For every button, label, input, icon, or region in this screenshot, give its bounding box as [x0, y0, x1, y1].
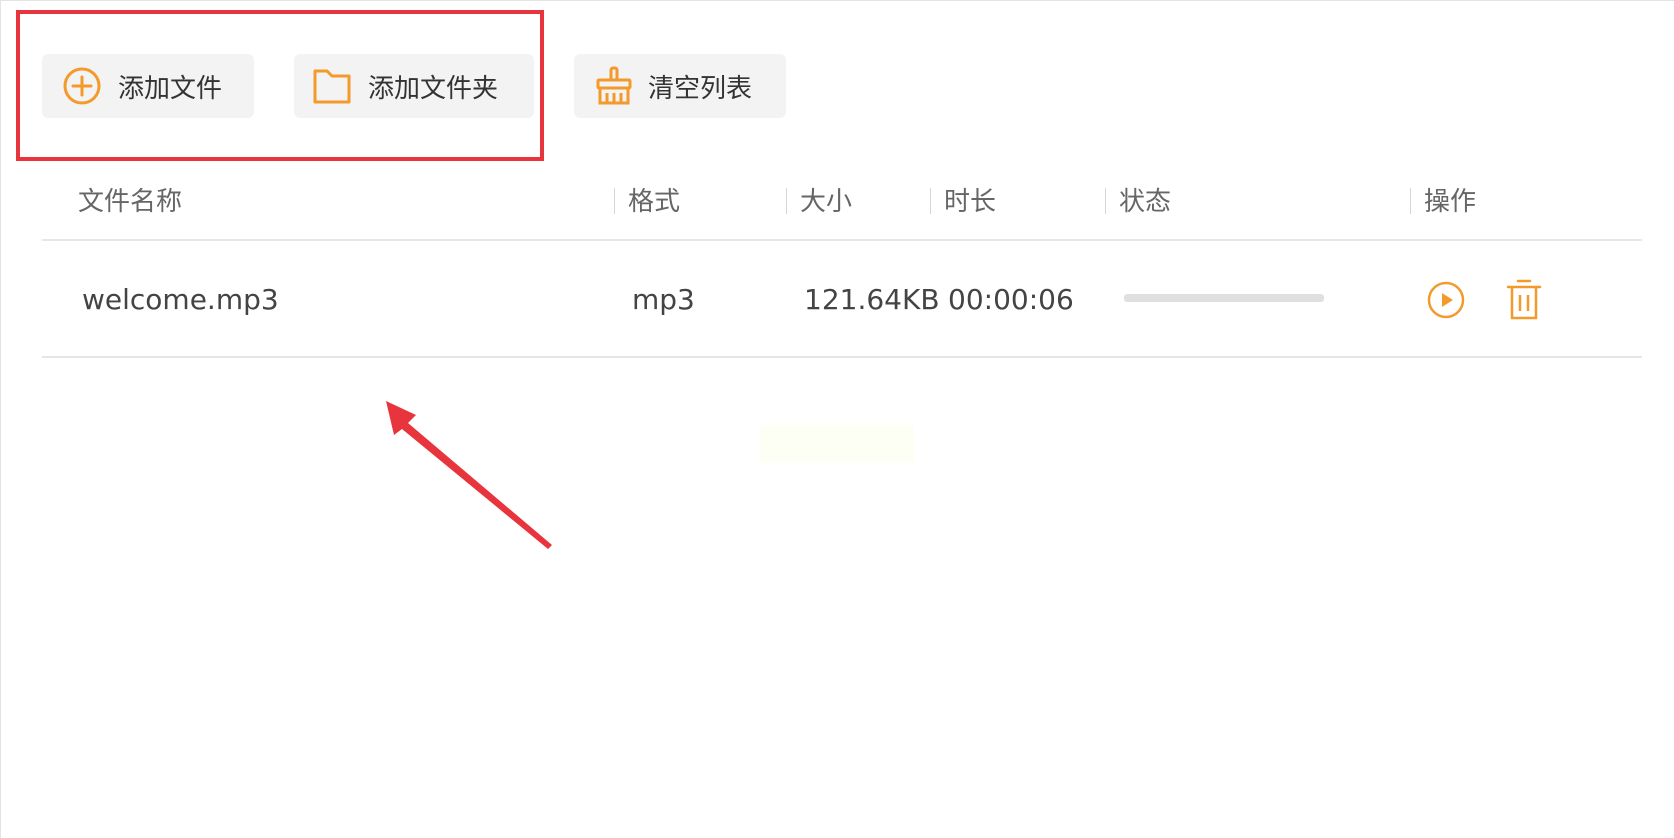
clear-list-button[interactable]: 清空列表: [574, 54, 786, 118]
play-circle-icon[interactable]: [1426, 280, 1466, 320]
window-left-border: [0, 0, 1, 838]
column-separator: [1410, 188, 1411, 214]
file-size-cell: 121.64KB: [804, 283, 940, 316]
broom-icon: [592, 64, 636, 108]
trash-icon[interactable]: [1504, 278, 1544, 322]
column-header-size: 大小: [800, 187, 853, 217]
file-duration-cell: 00:00:06: [948, 283, 1074, 316]
annotation-arrow-icon: [386, 401, 552, 549]
row-divider: [42, 356, 1642, 358]
column-separator: [930, 188, 931, 214]
column-separator: [786, 188, 787, 214]
column-header-status: 状态: [1119, 187, 1172, 217]
column-separator: [614, 188, 615, 214]
column-header-filename: 文件名称: [78, 187, 183, 217]
column-header-format: 格式: [628, 187, 681, 217]
column-separator: [1105, 188, 1106, 214]
faint-overlay-shape: [760, 425, 914, 463]
header-divider: [42, 239, 1642, 241]
status-progress-bar: [1124, 294, 1324, 302]
window-top-border: [0, 0, 1674, 1]
column-header-actions: 操作: [1424, 187, 1477, 217]
file-name-cell: welcome.mp3: [82, 283, 279, 316]
clear-list-label: 清空列表: [648, 73, 753, 104]
annotation-highlight-box: [16, 10, 544, 161]
file-format-cell: mp3: [632, 283, 695, 316]
converter-window: 添加文件 添加文件夹 清空列表 文件名称 格式 大小 时长 状态 操作 welc…: [0, 0, 1674, 838]
column-header-duration: 时长: [944, 187, 997, 217]
